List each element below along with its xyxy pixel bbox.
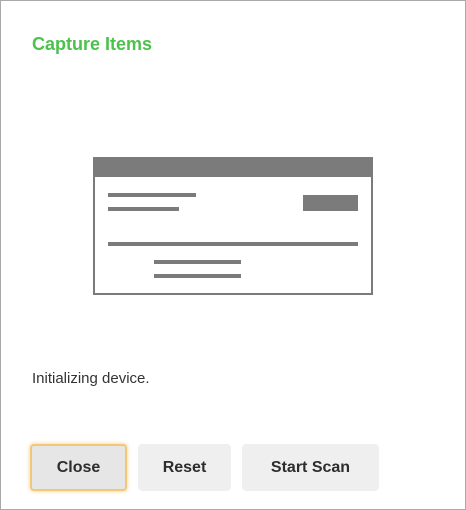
document-line-4: [154, 274, 241, 278]
check-document-icon: [93, 157, 373, 295]
document-header-bar: [93, 157, 373, 177]
document-frame: [93, 157, 373, 295]
document-line-2: [108, 207, 179, 211]
reset-button[interactable]: Reset: [138, 444, 231, 491]
document-line-3: [154, 260, 241, 264]
capture-items-dialog: Capture Items Initializing device. Close…: [0, 0, 466, 510]
document-long-line: [108, 242, 358, 246]
start-scan-button[interactable]: Start Scan: [242, 444, 379, 491]
document-amount-box: [303, 195, 358, 211]
dialog-title: Capture Items: [32, 34, 153, 54]
document-line-1: [108, 193, 196, 197]
status-text: Initializing device.: [32, 370, 150, 387]
close-button[interactable]: Close: [30, 444, 127, 491]
